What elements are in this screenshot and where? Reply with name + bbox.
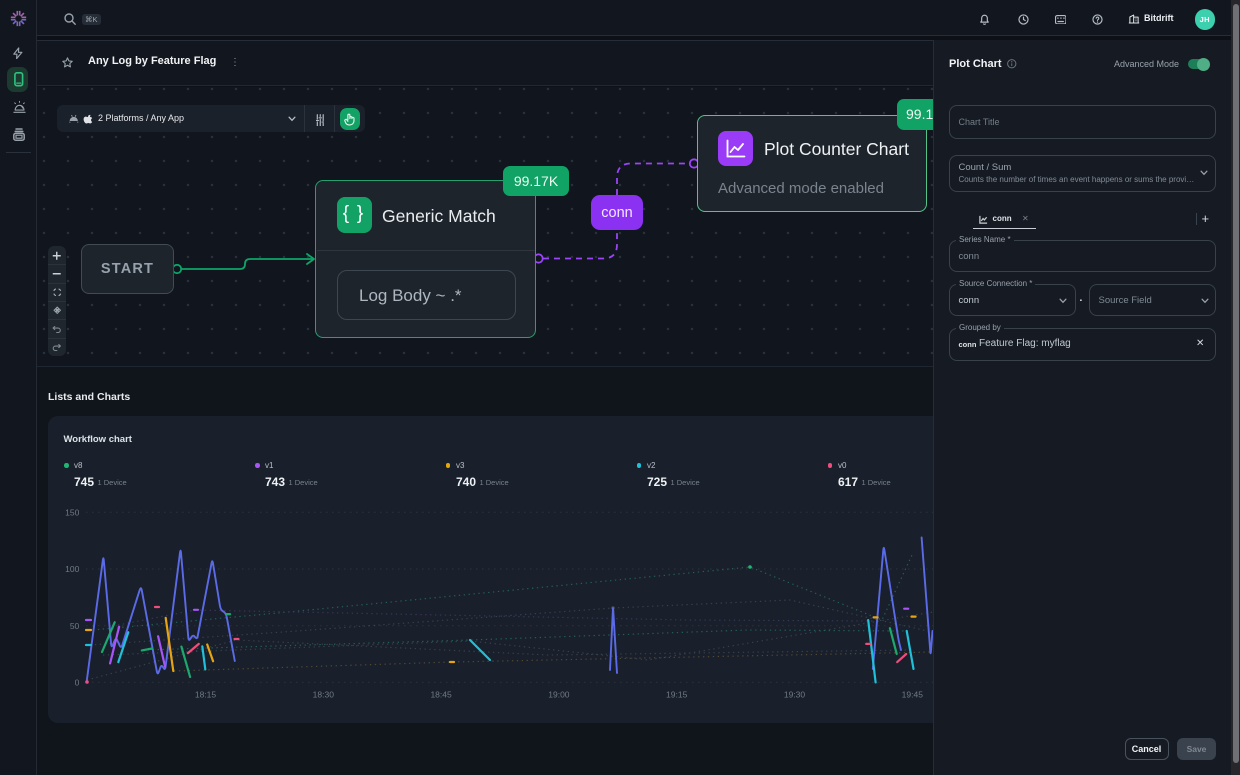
- svg-text:150: 150: [65, 508, 79, 518]
- svg-text:50: 50: [70, 621, 80, 631]
- svg-text:19:00: 19:00: [548, 690, 570, 700]
- svg-text:19:45: 19:45: [902, 690, 924, 700]
- svg-text:100: 100: [65, 564, 79, 574]
- svg-text:19:30: 19:30: [784, 690, 806, 700]
- svg-text:18:15: 18:15: [195, 690, 217, 700]
- svg-text:19:15: 19:15: [666, 690, 688, 700]
- svg-text:18:45: 18:45: [430, 690, 452, 700]
- svg-text:0: 0: [75, 678, 80, 688]
- svg-text:18:30: 18:30: [313, 690, 335, 700]
